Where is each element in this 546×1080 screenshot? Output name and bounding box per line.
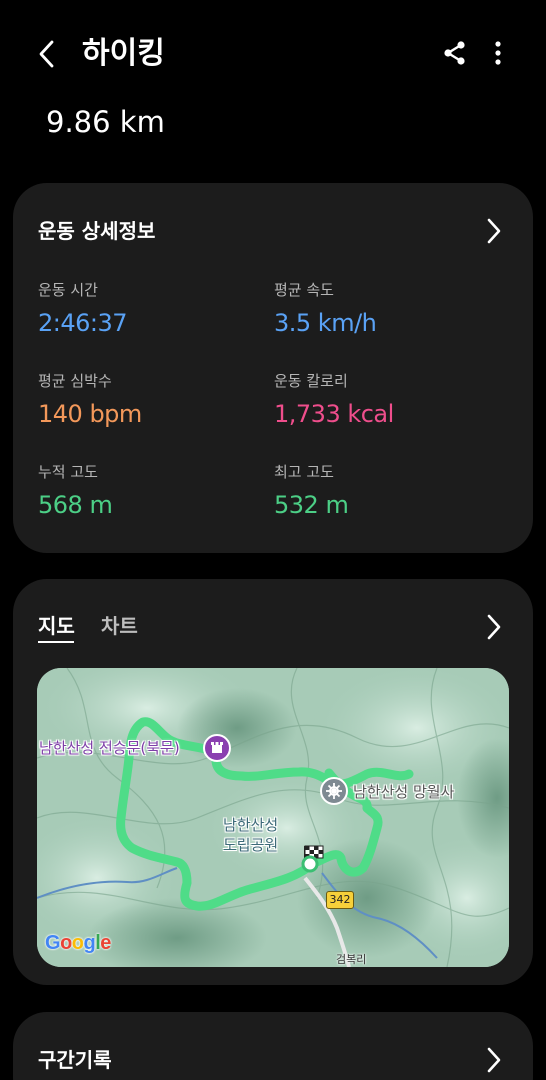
stat-calories: 운동 칼로리 1,733 kcal xyxy=(274,371,504,431)
map-label-north-gate: 남한산성 전승문(북문) xyxy=(39,739,180,757)
stat-label: 운동 칼로리 xyxy=(274,372,348,390)
share-button[interactable] xyxy=(438,36,472,70)
stat-elevation-gain: 누적 고도 568 m xyxy=(38,462,268,522)
stat-value: 1,733 kcal xyxy=(274,400,394,428)
stat-label: 최고 고도 xyxy=(274,463,334,481)
workout-details-card[interactable]: 운동 상세정보 운동 시간 2:46:37 평균 속도 3.5 km/h 평균 … xyxy=(13,183,533,553)
total-distance: 9.86 km xyxy=(46,105,165,139)
share-icon xyxy=(444,41,465,65)
start-marker xyxy=(301,855,319,873)
laps-title: 구간기록 xyxy=(38,1048,112,1072)
laps-chevron[interactable] xyxy=(481,1045,507,1075)
more-vertical-icon xyxy=(495,41,501,65)
chevron-left-icon xyxy=(39,40,54,68)
stat-value: 568 m xyxy=(38,491,113,519)
stat-value: 3.5 km/h xyxy=(274,309,377,337)
stat-value: 140 bpm xyxy=(38,400,142,428)
chevron-right-icon xyxy=(487,218,501,244)
map-label-park: 남한산성 도립공원 xyxy=(223,815,278,855)
stat-avg-heart-rate: 평균 심박수 140 bpm xyxy=(38,371,268,431)
stat-duration: 운동 시간 2:46:37 xyxy=(38,280,268,340)
stat-label: 운동 시간 xyxy=(38,281,98,299)
map-label-temple: 남한산성 망월사 xyxy=(353,783,455,801)
stat-label: 평균 심박수 xyxy=(38,372,112,390)
stat-value: 532 m xyxy=(274,491,349,519)
map-label-park-line1: 남한산성 xyxy=(223,816,279,834)
route-map[interactable]: 남한산성 전승문(북문) 남한산성 망월사 남한산성 도립공원 342 검복리 … xyxy=(37,668,509,967)
app-header: 하이킹 xyxy=(0,0,546,110)
stat-avg-speed: 평균 속도 3.5 km/h xyxy=(274,280,504,340)
tab-chart[interactable]: 차트 xyxy=(101,611,138,641)
page-title: 하이킹 xyxy=(82,36,165,71)
stat-max-altitude: 최고 고도 532 m xyxy=(274,462,504,522)
workout-details-chevron[interactable] xyxy=(481,216,507,246)
laps-card[interactable]: 구간기록 xyxy=(13,1012,533,1080)
google-logo: Google xyxy=(45,932,111,954)
active-tab-indicator xyxy=(38,641,74,643)
more-options-button[interactable] xyxy=(484,36,512,70)
road-number-badge: 342 xyxy=(326,891,354,909)
stat-label: 평균 속도 xyxy=(274,281,334,299)
tab-map[interactable]: 지도 xyxy=(38,611,75,641)
map-label-village: 검복리 xyxy=(336,953,367,966)
chevron-right-icon xyxy=(487,1047,501,1073)
map-label-park-line2: 도립공원 xyxy=(223,836,279,854)
stat-label: 누적 고도 xyxy=(38,463,98,481)
stat-value: 2:46:37 xyxy=(38,309,128,337)
chevron-right-icon xyxy=(487,614,501,640)
map-card-chevron[interactable] xyxy=(481,612,507,642)
workout-details-title: 운동 상세정보 xyxy=(38,219,156,243)
back-button[interactable] xyxy=(30,34,64,74)
